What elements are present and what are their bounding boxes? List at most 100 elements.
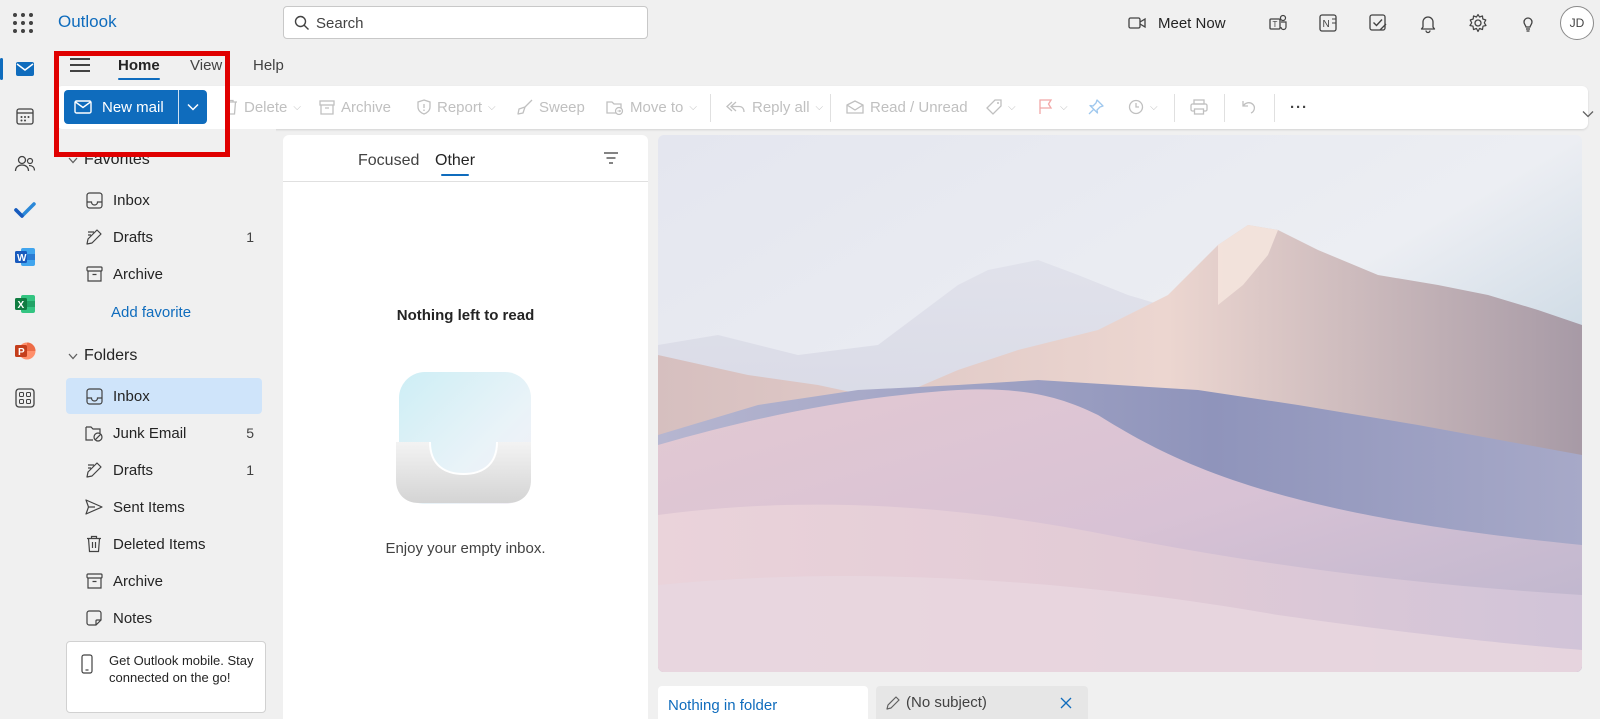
tab-focused[interactable]: Focused [358,152,419,170]
broom-icon [517,99,533,115]
report-button[interactable]: Report ⌵ [417,95,496,119]
svg-text:P: P [18,347,25,358]
archive-icon [319,99,335,115]
drafts-pencil-icon [84,227,104,247]
clock-icon [1128,99,1144,115]
video-camera-icon [1128,17,1146,29]
flag-button[interactable]: ⌵ [1038,95,1068,119]
ribbon-expand-icon[interactable] [1582,110,1594,118]
folder-junk-email[interactable]: Junk Email 5 [66,415,262,451]
tab-home[interactable]: Home [118,57,160,80]
lightbulb-icon[interactable] [1517,12,1539,34]
todo-app-icon[interactable] [13,198,37,222]
tab-other[interactable]: Other [435,152,475,176]
inbox-tabs: Focused Other [283,135,648,182]
people-icon[interactable] [13,151,37,175]
svg-text:X: X [18,300,25,311]
printer-icon [1190,99,1208,115]
mail-icon[interactable] [13,57,37,81]
app-title[interactable]: Outlook [58,12,117,32]
folder-deleted-items[interactable]: Deleted Items [66,526,262,562]
print-button[interactable] [1190,95,1208,119]
to-do-icon[interactable] [1367,12,1389,34]
split-divider [178,90,179,124]
tab-nothing-in-folder[interactable]: Nothing in folder [658,686,868,719]
sweep-button[interactable]: Sweep [517,95,585,119]
meet-now-button[interactable]: Meet Now [1128,11,1226,35]
search-input[interactable] [316,12,636,34]
tab-view[interactable]: View [190,57,222,74]
favorite-archive[interactable]: Archive [66,256,262,292]
calendar-icon[interactable] [13,104,37,128]
powerpoint-icon[interactable]: P [13,339,37,363]
add-favorite-link[interactable]: Add favorite [111,304,191,321]
toolbar-divider [1174,94,1175,122]
ribbon-tabs: Home View Help [50,46,1600,86]
app-launcher-icon[interactable] [12,12,34,34]
folder-archive[interactable]: Archive [66,563,262,599]
word-icon[interactable]: W [13,245,37,269]
new-mail-button[interactable]: New mail [64,90,178,124]
reply-all-button[interactable]: Reply all ⌵ [726,95,823,119]
delete-button[interactable]: Delete ⌵ [224,95,301,119]
archive-icon [84,264,104,284]
promo-text: Get Outlook mobile. Stay connected on th… [109,653,254,685]
move-to-button[interactable]: Move to ⌵ [606,95,697,119]
favorites-header[interactable]: Favorites [68,151,150,169]
hamburger-menu-icon[interactable] [70,58,90,72]
tab-draft-no-subject[interactable]: (No subject) [876,686,1088,719]
excel-icon[interactable]: X [13,292,37,316]
search-icon [294,15,309,30]
folder-notes[interactable]: Notes [66,600,262,636]
more-options-button[interactable]: ··· [1290,95,1308,119]
drafts-pencil-icon [84,460,104,480]
close-icon[interactable] [1060,697,1072,709]
filter-icon[interactable] [603,151,619,165]
search-box[interactable] [283,6,648,39]
new-mail-split-button: New mail [64,90,207,124]
snooze-button[interactable]: ⌵ [1128,95,1158,119]
active-app-indicator [0,58,3,80]
draft-tab-label: (No subject) [906,694,987,711]
meet-now-label: Meet Now [1158,14,1226,32]
envelope-open-icon [846,100,864,114]
chevron-down-icon [68,353,78,359]
svg-text:W: W [17,253,27,264]
envelope-icon [74,100,92,114]
favorite-inbox[interactable]: Inbox [66,182,262,218]
more-apps-icon[interactable] [13,386,37,410]
outlook-mobile-promo[interactable]: Get Outlook mobile. Stay connected on th… [66,641,266,713]
new-mail-dropdown[interactable] [179,90,207,124]
desert-mountain-image [658,135,1582,672]
pin-button[interactable] [1088,95,1104,119]
toolbar-divider [830,94,831,122]
avatar[interactable]: JD [1560,6,1594,40]
tag-icon [986,99,1002,115]
app-rail: W X P [0,46,50,719]
onenote-icon[interactable]: N [1317,12,1339,34]
teams-icon[interactable]: T [1267,12,1289,34]
folder-sent-items[interactable]: Sent Items [66,489,262,525]
folder-pane: Favorites Inbox Drafts 1 Archive Add fav… [50,129,276,719]
toolbar-divider [1274,94,1275,122]
inbox-icon [84,190,104,210]
pin-icon [1088,99,1104,115]
archive-icon [84,571,104,591]
read-unread-button[interactable]: Read / Unread [846,95,968,119]
tag-button[interactable]: ⌵ [986,95,1016,119]
archive-button[interactable]: Archive [319,95,391,119]
undo-button[interactable] [1240,95,1256,119]
bell-icon[interactable] [1417,12,1439,34]
gear-icon[interactable] [1467,12,1489,34]
favorite-drafts[interactable]: Drafts 1 [66,219,262,255]
toolbar-divider [1224,94,1225,122]
svg-text:T: T [1273,20,1278,29]
flag-icon [1039,99,1053,114]
folder-inbox[interactable]: Inbox [66,378,262,414]
chevron-down-icon [68,157,78,163]
note-icon [84,608,104,628]
tab-help[interactable]: Help [253,57,284,74]
folders-header[interactable]: Folders [68,347,137,365]
folder-drafts[interactable]: Drafts 1 [66,452,262,488]
phone-icon [81,654,93,674]
